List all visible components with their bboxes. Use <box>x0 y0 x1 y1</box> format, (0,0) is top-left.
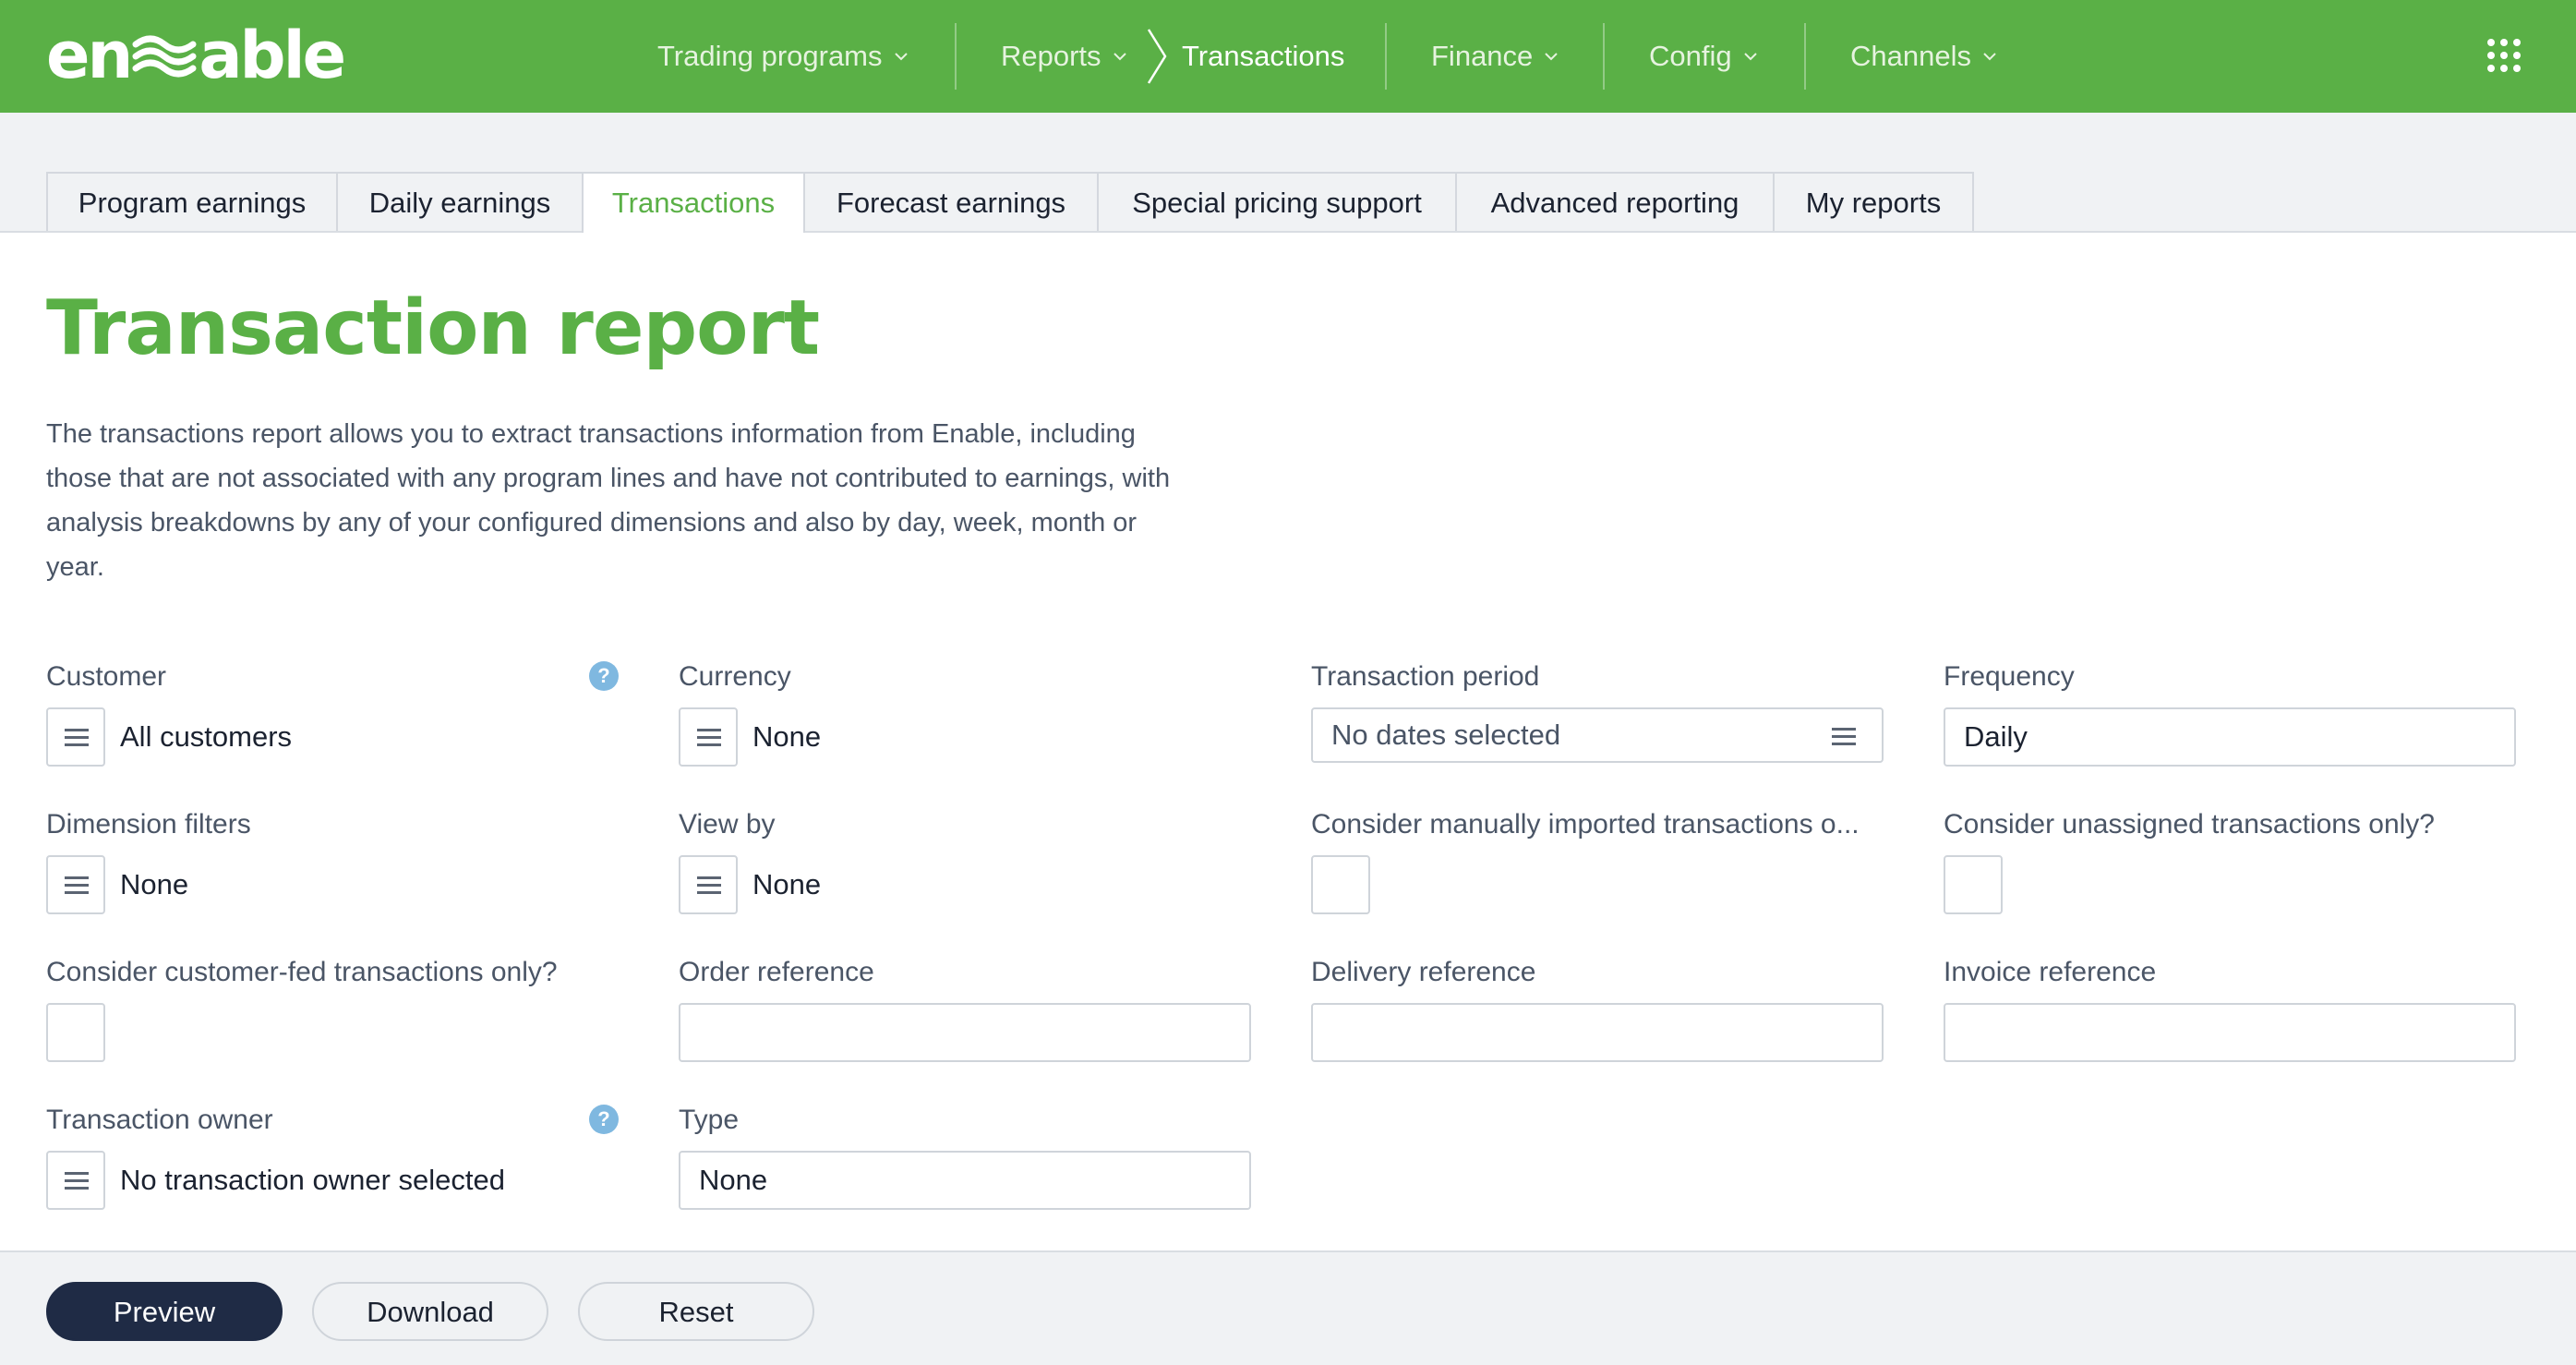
nav-trading-programs[interactable]: Trading programs <box>657 0 909 113</box>
dimension-filters-picker-button[interactable] <box>46 855 105 914</box>
logo-text-right: able <box>199 18 346 93</box>
tab-transactions[interactable]: Transactions <box>582 172 805 233</box>
page-description: The transactions report allows you to ex… <box>46 419 1171 582</box>
dimension-filters-label: Dimension filters <box>46 809 251 840</box>
list-icon <box>697 876 721 895</box>
customer-value: All customers <box>120 720 293 753</box>
delivery-reference-input[interactable] <box>1311 1003 1884 1062</box>
unassigned-only-label: Consider unassigned transactions only? <box>1944 809 2435 840</box>
view-by-picker-button[interactable] <box>679 855 738 914</box>
transaction-period-value: No dates selected <box>1331 719 1561 751</box>
type-label: Type <box>679 1105 740 1135</box>
list-icon <box>65 729 89 747</box>
page-title: Transaction report <box>46 284 820 372</box>
invoice-reference-label: Invoice reference <box>1944 957 2157 987</box>
nav-divider <box>955 23 957 90</box>
customer-help-icon[interactable]: ? <box>589 661 619 691</box>
nav-config[interactable]: Config <box>1649 0 1758 113</box>
manual-imported-label: Consider manually imported transactions … <box>1311 809 1860 840</box>
currency-picker-button[interactable] <box>679 707 738 767</box>
logo-wave-icon <box>132 35 197 78</box>
reset-button[interactable]: Reset <box>578 1282 814 1341</box>
list-icon <box>1832 728 1856 746</box>
download-button[interactable]: Download <box>312 1282 548 1341</box>
view-by-label: View by <box>679 809 776 840</box>
tab-forecast-earnings[interactable]: Forecast earnings <box>803 172 1099 231</box>
nav-transactions[interactable]: Transactions <box>1182 0 1344 113</box>
order-reference-input[interactable] <box>679 1003 1251 1062</box>
nav-label: Finance <box>1431 40 1534 72</box>
nav-divider <box>1603 23 1605 90</box>
action-footer: Preview Download Reset <box>0 1250 2576 1365</box>
invoice-reference-input[interactable] <box>1944 1003 2516 1062</box>
frequency-select[interactable]: Daily <box>1944 707 2516 767</box>
transaction-period-label: Transaction period <box>1311 661 1540 692</box>
breadcrumb-arrow-icon <box>1147 29 1167 84</box>
chevron-down-icon <box>1113 53 1126 61</box>
currency-value: None <box>752 720 822 753</box>
nav-label: Channels <box>1850 40 1971 72</box>
transaction-owner-help-icon[interactable]: ? <box>589 1105 619 1134</box>
nav-label: Trading programs <box>657 40 883 72</box>
chevron-down-icon <box>1743 53 1757 61</box>
list-icon <box>65 1172 89 1190</box>
customer-picker-button[interactable] <box>46 707 105 767</box>
currency-label: Currency <box>679 661 791 692</box>
tab-special-pricing-support[interactable]: Special pricing support <box>1097 172 1457 231</box>
transaction-owner-label: Transaction owner <box>46 1105 273 1135</box>
nav-channels[interactable]: Channels <box>1850 0 1997 113</box>
transaction-owner-picker-button[interactable] <box>46 1151 105 1210</box>
nav-label: Reports <box>1001 40 1101 72</box>
dimension-filters-value: None <box>120 868 189 900</box>
customer-label: Customer <box>46 661 167 692</box>
tab-advanced-reporting[interactable]: Advanced reporting <box>1455 172 1775 231</box>
view-by-value: None <box>752 868 822 900</box>
list-icon <box>697 729 721 747</box>
frequency-label: Frequency <box>1944 661 2075 692</box>
nav-label: Transactions <box>1182 40 1345 72</box>
customer-fed-only-checkbox[interactable] <box>46 1003 105 1062</box>
report-tabs: Program earnings Daily earnings Transact… <box>0 113 2576 233</box>
customer-fed-only-label: Consider customer-fed transactions only? <box>46 957 558 987</box>
chevron-down-icon <box>1983 53 1996 61</box>
logo-text-left: en <box>46 18 133 93</box>
manual-imported-checkbox[interactable] <box>1311 855 1370 914</box>
tab-program-earnings[interactable]: Program earnings <box>46 172 338 231</box>
type-select[interactable]: None <box>679 1151 1251 1210</box>
tab-my-reports[interactable]: My reports <box>1773 172 1974 231</box>
grid-apps-icon[interactable] <box>2487 39 2521 72</box>
nav-label: Config <box>1649 40 1732 72</box>
chevron-down-icon <box>1545 53 1559 61</box>
enable-logo[interactable]: en able <box>46 9 346 102</box>
order-reference-label: Order reference <box>679 957 874 987</box>
delivery-reference-label: Delivery reference <box>1311 957 1536 987</box>
chevron-down-icon <box>894 53 908 61</box>
transaction-period-picker[interactable]: No dates selected <box>1311 707 1884 763</box>
nav-divider <box>1385 23 1387 90</box>
unassigned-only-checkbox[interactable] <box>1944 855 2003 914</box>
list-icon <box>65 876 89 895</box>
nav-finance[interactable]: Finance <box>1431 0 1559 113</box>
nav-divider <box>1804 23 1806 90</box>
tab-daily-earnings[interactable]: Daily earnings <box>336 172 584 231</box>
transaction-owner-value: No transaction owner selected <box>120 1164 506 1196</box>
top-navigation-bar: en able Trading programs Reports Transac… <box>0 0 2576 113</box>
nav-reports[interactable]: Reports <box>1001 0 1127 113</box>
preview-button[interactable]: Preview <box>46 1282 283 1341</box>
